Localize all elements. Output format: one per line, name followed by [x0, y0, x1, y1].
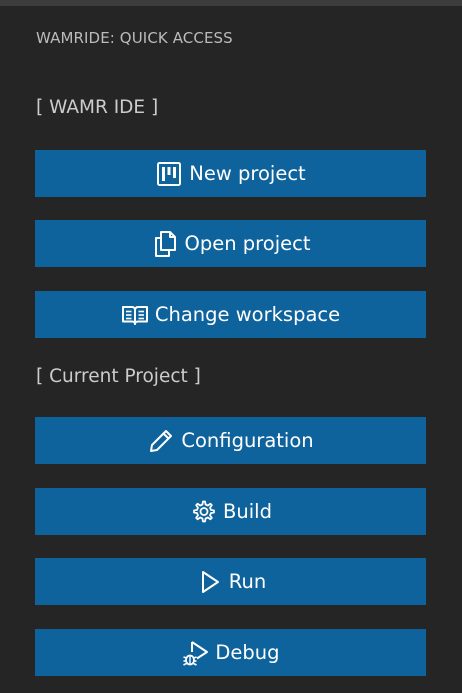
- copy-files-icon: [151, 230, 179, 258]
- debug-icon: [181, 639, 209, 667]
- open-project-label: Open project: [184, 231, 311, 255]
- panel-title: WAMRIDE: QUICK ACCESS: [36, 29, 233, 47]
- section-label-current-project: [ Current Project ]: [36, 366, 201, 387]
- top-border: [0, 0, 462, 6]
- section-label-wamr-ide: [ WAMR IDE ]: [36, 97, 159, 118]
- configuration-button[interactable]: Configuration: [35, 417, 426, 464]
- debug-label: Debug: [215, 640, 280, 664]
- debug-button[interactable]: Debug: [35, 629, 426, 676]
- change-workspace-label: Change workspace: [154, 302, 341, 326]
- run-button[interactable]: Run: [35, 558, 426, 605]
- book-icon: [121, 301, 149, 329]
- project-board-icon: [155, 160, 183, 188]
- gear-icon: [189, 498, 217, 526]
- build-label: Build: [223, 499, 272, 523]
- play-icon: [195, 568, 223, 596]
- build-button[interactable]: Build: [35, 488, 426, 535]
- configuration-label: Configuration: [181, 428, 314, 452]
- run-label: Run: [228, 569, 267, 593]
- change-workspace-button[interactable]: Change workspace: [35, 291, 426, 338]
- pencil-icon: [147, 427, 175, 455]
- open-project-button[interactable]: Open project: [35, 220, 426, 267]
- new-project-button[interactable]: New project: [35, 150, 426, 197]
- new-project-label: New project: [189, 161, 306, 185]
